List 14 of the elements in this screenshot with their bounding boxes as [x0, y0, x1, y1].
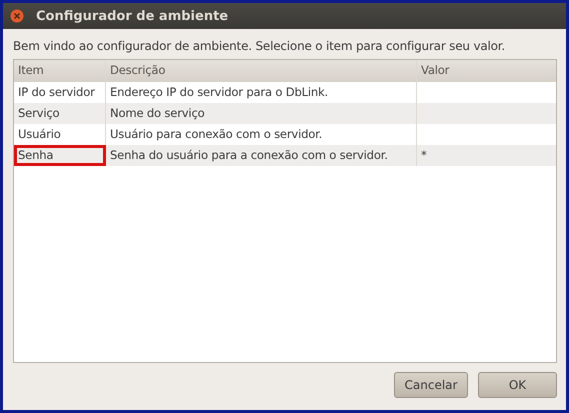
table-cell[interactable]: Serviço	[14, 103, 106, 124]
table-cell[interactable]: *	[417, 145, 556, 166]
close-icon[interactable]	[10, 9, 24, 23]
table-cell[interactable]: Nome do serviço	[106, 103, 417, 124]
column-header[interactable]: Descrição	[106, 60, 417, 82]
dialog-button[interactable]: OK	[478, 372, 557, 398]
column-header[interactable]: Valor	[417, 60, 556, 82]
column-header[interactable]: Item	[14, 60, 106, 82]
intro-text: Bem vindo ao configurador de ambiente. Selecione o item para configurar seu valor.	[13, 39, 506, 53]
dialog-button[interactable]: Cancelar	[394, 372, 468, 398]
table-cell[interactable]: Usuário	[14, 124, 106, 145]
table-cell[interactable]: Senha	[14, 145, 106, 166]
table-cell[interactable]: Senha do usuário para a conexão com o servidor.	[106, 145, 417, 166]
window-title: Configurador de ambiente	[36, 8, 228, 24]
